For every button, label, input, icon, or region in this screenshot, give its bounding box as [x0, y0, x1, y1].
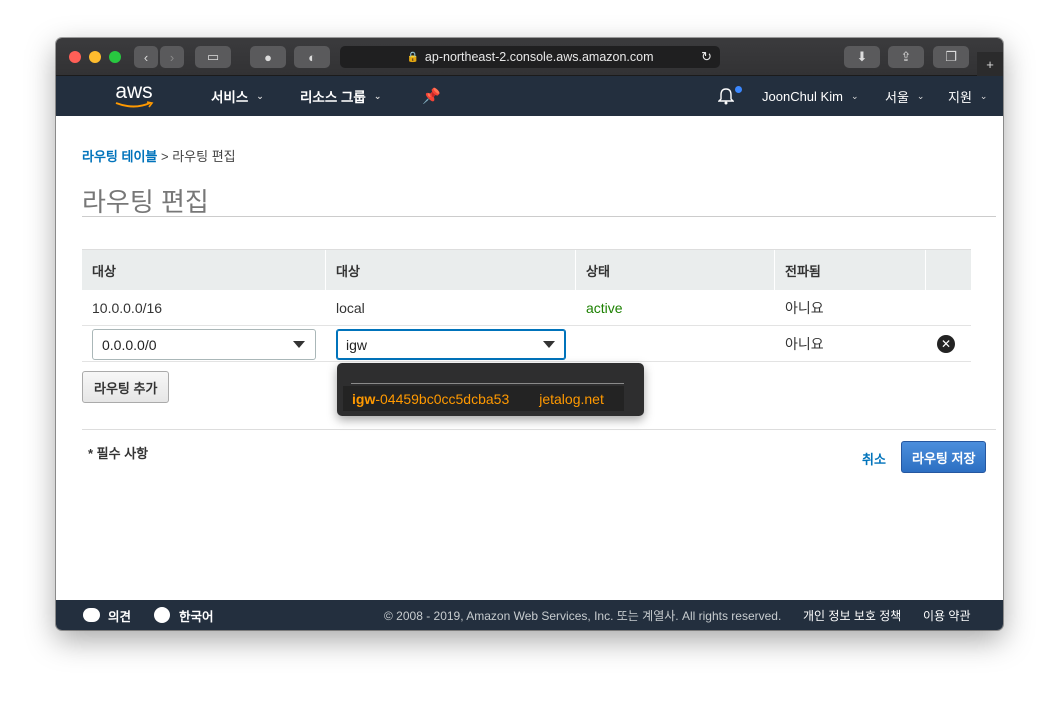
dropdown-divider: [351, 383, 624, 384]
lock-icon: 🔒: [406, 51, 419, 63]
services-menu[interactable]: 서비스 ⌄: [211, 76, 264, 116]
breadcrumb-parent-link[interactable]: 라우팅 테이블: [82, 149, 157, 164]
services-label: 서비스: [211, 90, 249, 105]
copyright: © 2008 - 2019, Amazon Web Services, Inc.…: [384, 608, 782, 623]
language-link[interactable]: 한국어: [154, 600, 214, 630]
breadcrumb-current: 라우팅 편집: [172, 149, 236, 164]
user-name: JoonChul Kim: [762, 88, 843, 104]
chevron-down-icon: ⌄: [850, 90, 859, 101]
option-match-prefix: igw: [352, 390, 376, 407]
column-header-target: 대상: [326, 250, 576, 291]
share-icon[interactable]: ⇪: [888, 46, 924, 68]
remove-route-icon[interactable]: ✕: [937, 335, 955, 353]
target-autocomplete-dropdown: igw -04459bc0cc5dcba53 jetalog.net: [337, 363, 644, 416]
aws-smile-icon: [115, 101, 154, 108]
dropdown-option-igw[interactable]: igw -04459bc0cc5dcba53 jetalog.net: [343, 386, 624, 411]
route-target: local: [336, 300, 365, 316]
table-row: 10.0.0.0/16 local active 아니요: [82, 290, 971, 326]
tabs-icon[interactable]: ❐: [933, 46, 969, 68]
resource-groups-label: 리소스 그룹: [300, 90, 366, 105]
chevron-down-icon: ⌄: [916, 90, 925, 101]
back-icon[interactable]: ‹: [134, 46, 158, 68]
route-status: active: [586, 300, 623, 316]
chevron-down-icon: ⌄: [979, 90, 988, 101]
dropdown-arrow-icon: [543, 341, 555, 348]
option-id-rest: -04459bc0cc5dcba53: [375, 390, 510, 407]
language-label: 한국어: [179, 609, 214, 624]
extension-icon[interactable]: ●: [250, 46, 286, 68]
sidebar-icon[interactable]: ▭: [195, 46, 231, 68]
speech-bubble-icon: [83, 608, 100, 622]
chevron-down-icon: ⌄: [373, 90, 382, 101]
reload-icon[interactable]: ↻: [701, 49, 712, 65]
breadcrumb: 라우팅 테이블 > 라우팅 편집: [82, 146, 236, 165]
terms-link[interactable]: 이용 약관: [923, 600, 971, 630]
routes-table: 대상 대상 상태 전파됨 10.0.0.0/16 local active 아니…: [82, 249, 971, 362]
browser-titlebar: ‹ › ▭ ● ◐ 🔒 ap-northeast-2.console.aws.a…: [56, 38, 1003, 76]
region-label: 서울: [885, 89, 909, 105]
column-header-destination: 대상: [82, 250, 326, 291]
breadcrumb-separator: >: [161, 149, 169, 164]
pin-icon[interactable]: 📌: [422, 76, 441, 116]
target-select-value: igw: [346, 336, 368, 353]
table-header: 대상 대상 상태 전파됨: [82, 249, 971, 291]
close-window-button[interactable]: [69, 51, 81, 63]
main-content: 라우팅 테이블 > 라우팅 편집 라우팅 편집 대상 대상 상태 전파됨 10.…: [56, 116, 1003, 600]
browser-window: ‹ › ▭ ● ◐ 🔒 ap-northeast-2.console.aws.a…: [56, 38, 1003, 630]
forward-icon[interactable]: ›: [160, 46, 184, 68]
target-select[interactable]: igw: [336, 329, 566, 360]
feedback-label: 의견: [108, 609, 132, 624]
extension-2-icon[interactable]: ◐: [294, 46, 330, 68]
zoom-window-button[interactable]: [109, 51, 121, 63]
user-menu[interactable]: JoonChul Kim ⌄: [762, 76, 858, 116]
aws-logo-text: aws: [115, 80, 153, 103]
download-icon[interactable]: ⬇: [844, 46, 880, 68]
url-text: ap-northeast-2.console.aws.amazon.com: [424, 50, 654, 64]
page-title: 라우팅 편집: [82, 187, 209, 217]
aws-logo[interactable]: aws: [114, 76, 154, 116]
feedback-link[interactable]: 의견: [83, 600, 131, 630]
route-destination: 10.0.0.0/16: [92, 300, 163, 316]
aws-navbar: aws 서비스 ⌄ 리소스 그룹 ⌄ 📌 JoonChul Kim ⌄ 서울 ⌄ 지원 ⌄: [56, 76, 1003, 116]
new-tab-icon[interactable]: +: [977, 52, 1003, 76]
bell-icon[interactable]: [718, 76, 742, 116]
table-row: 0.0.0.0/0 igw 아니요 ✕: [82, 326, 971, 362]
globe-icon: [154, 607, 170, 623]
chevron-down-icon: ⌄: [256, 90, 264, 101]
address-bar[interactable]: 🔒 ap-northeast-2.console.aws.amazon.com …: [340, 46, 720, 68]
privacy-link[interactable]: 개인 정보 보호 정책: [803, 600, 901, 630]
option-name: jetalog.net: [539, 390, 604, 407]
add-route-button[interactable]: 라우팅 추가: [82, 371, 170, 403]
destination-select[interactable]: 0.0.0.0/0: [92, 329, 316, 360]
required-note: * 필수 사항: [88, 446, 149, 461]
column-header-actions: [926, 250, 971, 291]
form-divider: [82, 429, 996, 430]
resource-groups-menu[interactable]: 리소스 그룹 ⌄: [300, 76, 381, 116]
route-propagated: 아니요: [785, 336, 824, 352]
region-menu[interactable]: 서울 ⌄: [885, 76, 924, 116]
aws-footer: 의견 한국어 © 2008 - 2019, Amazon Web Service…: [56, 600, 1003, 630]
minimize-window-button[interactable]: [89, 51, 101, 63]
dropdown-arrow-icon: [293, 341, 305, 348]
column-header-status: 상태: [576, 250, 775, 291]
title-divider: [82, 216, 996, 217]
column-header-propagated: 전파됨: [775, 250, 926, 291]
destination-select-value: 0.0.0.0/0: [102, 336, 157, 353]
cancel-link[interactable]: 취소: [862, 449, 886, 468]
notification-dot: [735, 86, 742, 93]
route-propagated: 아니요: [785, 300, 824, 316]
save-routes-button[interactable]: 라우팅 저장: [901, 441, 987, 473]
support-menu[interactable]: 지원 ⌄: [948, 76, 987, 116]
support-label: 지원: [948, 89, 972, 105]
